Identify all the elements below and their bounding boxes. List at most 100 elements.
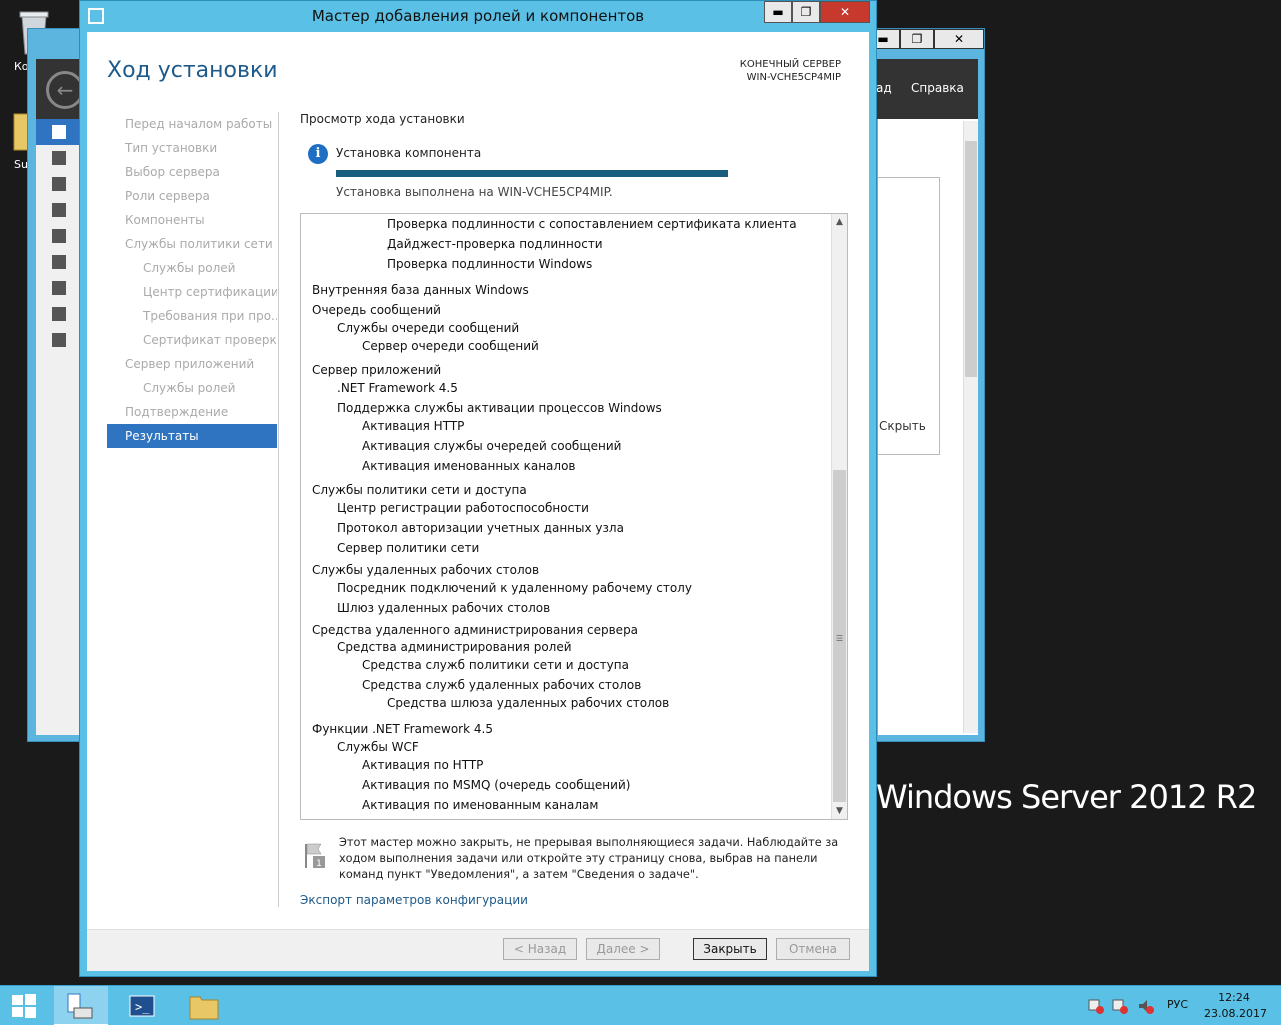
server-manager-icon	[67, 993, 93, 1019]
network-warning-icon[interactable]	[1088, 998, 1104, 1014]
iis-icon	[52, 203, 66, 217]
wizard-step[interactable]: Подтверждение	[107, 400, 277, 424]
list-item: Активация по MSMQ (очередь сообщений)	[362, 778, 631, 792]
wizard-step[interactable]: Службы ролей	[107, 256, 277, 280]
list-item: Средства служб удаленных рабочих столов	[362, 678, 642, 692]
add-roles-wizard-window[interactable]: Мастер добавления ролей и компонентов ▬ …	[79, 0, 877, 977]
window-title: Мастер добавления ролей и компонентов	[311, 7, 645, 25]
list-item: Активация по HTTP	[362, 758, 484, 772]
list-item: Службы очереди сообщений	[337, 321, 520, 335]
wizard-step[interactable]: Сертификат проверк...	[107, 328, 277, 352]
clock-date: 23.08.2017	[1204, 1007, 1267, 1020]
destination-label: КОНЕЧНЫЙ СЕРВЕР	[739, 59, 841, 70]
list-item: Средства служб политики сети и доступа	[362, 658, 629, 672]
list-item: Службы политики сети и доступа	[312, 483, 527, 497]
next-button[interactable]: Далее >	[586, 938, 660, 960]
list-item: Протокол авторизации учетных данных узла	[337, 521, 624, 535]
clock[interactable]: 12:24 23.08.2017	[1204, 990, 1267, 1022]
explorer-taskbar-button[interactable]	[178, 986, 232, 1025]
maximize-button[interactable]: ❐	[792, 1, 820, 23]
menu-item-help[interactable]: Справка	[911, 81, 964, 95]
nav-item[interactable]	[36, 171, 81, 197]
list-item: Активация по именованным каналам	[362, 798, 599, 812]
powershell-taskbar-button[interactable]: >_	[116, 986, 170, 1025]
section-title: Просмотр хода установки	[300, 112, 465, 126]
server-manager-taskbar-button[interactable]	[54, 986, 108, 1025]
windows-start-icon[interactable]	[10, 992, 38, 1020]
wizard-steps: Перед началом работы Тип установки Выбор с…	[107, 112, 277, 448]
wizard-step[interactable]: Перед началом работы	[107, 112, 277, 136]
list-item: Шлюз удаленных рабочих столов	[337, 601, 551, 615]
files-icon	[52, 333, 66, 347]
scrollbar[interactable]: ▲ ☰ ▼	[831, 214, 847, 819]
wizard-step[interactable]: Компоненты	[107, 208, 277, 232]
page-title: Ход установки	[107, 58, 278, 83]
wizard-step[interactable]: Требования при про...	[107, 304, 277, 328]
nav-item[interactable]	[36, 145, 81, 171]
nav-item[interactable]	[36, 327, 81, 353]
wizard-step[interactable]: Сервер приложений	[107, 352, 277, 376]
destination-server: КОНЕЧНЫЙ СЕРВЕР WIN-VCHE5CP4MIP	[740, 58, 841, 84]
action-center-icon[interactable]	[1112, 998, 1128, 1014]
nav-item[interactable]	[36, 197, 81, 223]
language-indicator[interactable]: РУС	[1167, 998, 1188, 1011]
divider	[278, 112, 279, 907]
wizard-step[interactable]: Центр сертификации	[107, 280, 277, 304]
list-item: Сервер очереди сообщений	[362, 339, 539, 353]
progress-bar	[336, 170, 728, 177]
maximize-button[interactable]: ❐	[900, 29, 934, 49]
grip-icon: ☰	[836, 634, 844, 643]
back-button[interactable]: < Назад	[503, 938, 577, 960]
wizard-step[interactable]: Роли сервера	[107, 184, 277, 208]
svg-text:1: 1	[316, 859, 322, 869]
status-label: Установка компонента	[336, 146, 482, 160]
export-config-link[interactable]: Экспорт параметров конфигурации	[300, 893, 528, 907]
feature-list[interactable]: ▲ ☰ ▼ Проверка подлинности с сопоставлен…	[300, 213, 848, 820]
close-wizard-button[interactable]: Закрыть	[693, 938, 767, 960]
scroll-down-icon[interactable]: ▼	[832, 803, 847, 819]
menu-item-manage[interactable]: ад	[876, 81, 892, 95]
destination-server-name: WIN-VCHE5CP4MIP	[746, 72, 841, 83]
volume-muted-icon[interactable]	[1138, 998, 1154, 1014]
scrollbar[interactable]	[963, 121, 978, 733]
list-item: Проверка подлинности с сопоставлением се…	[387, 217, 797, 231]
complete-text: Установка выполнена на WIN-VCHE5CP4MIP.	[336, 185, 613, 199]
wizard-step[interactable]: Результаты	[107, 424, 277, 448]
scroll-up-icon[interactable]: ▲	[832, 214, 847, 230]
close-button[interactable]: ✕	[934, 29, 984, 49]
server-icon	[52, 151, 66, 165]
cancel-button[interactable]: Отмена	[776, 938, 850, 960]
desktop-icon-label: Su	[14, 158, 28, 171]
rds-icon	[52, 307, 66, 321]
wizard-step[interactable]: Службы политики сети и...	[107, 232, 277, 256]
list-item: Поддержка службы активации процессов Win…	[337, 401, 662, 415]
nav-item[interactable]	[36, 301, 81, 327]
wizard-step[interactable]: Службы ролей	[107, 376, 277, 400]
taskbar: >_ РУС 12:24 23.08.2017	[0, 985, 1281, 1025]
clock-time: 12:24	[1218, 991, 1250, 1004]
npas-icon	[52, 229, 66, 243]
list-item: Средства администрирования ролей	[337, 640, 572, 654]
list-item: Активация HTTP	[362, 419, 465, 433]
powershell-icon: >_	[129, 995, 155, 1017]
list-item: Функции .NET Framework 4.5	[312, 722, 493, 736]
list-item: Средства шлюза удаленных рабочих столов	[387, 696, 670, 710]
nav-item[interactable]	[36, 119, 81, 145]
servers-icon	[52, 177, 66, 191]
close-button[interactable]: ✕	[820, 1, 870, 23]
hide-link[interactable]: Скрыть	[879, 419, 926, 433]
windows-server-brand: Windows Server 2012 R2	[876, 778, 1257, 816]
scroll-thumb[interactable]	[965, 141, 977, 377]
list-item: Средства удаленного администрирования се…	[312, 623, 639, 637]
dashboard-icon	[52, 125, 66, 139]
minimize-button[interactable]: ▬	[764, 1, 792, 23]
nav-item[interactable]	[36, 223, 81, 249]
list-item: Внутренняя база данных Windows	[312, 283, 529, 297]
scroll-thumb[interactable]: ☰	[833, 470, 846, 802]
list-item: Активация именованных каналов	[362, 459, 576, 473]
nav-item[interactable]	[36, 275, 81, 301]
wizard-step[interactable]: Тип установки	[107, 136, 277, 160]
wizard-step[interactable]: Выбор сервера	[107, 160, 277, 184]
nav-item[interactable]	[36, 249, 81, 275]
list-item: Службы удаленных рабочих столов	[312, 563, 540, 577]
